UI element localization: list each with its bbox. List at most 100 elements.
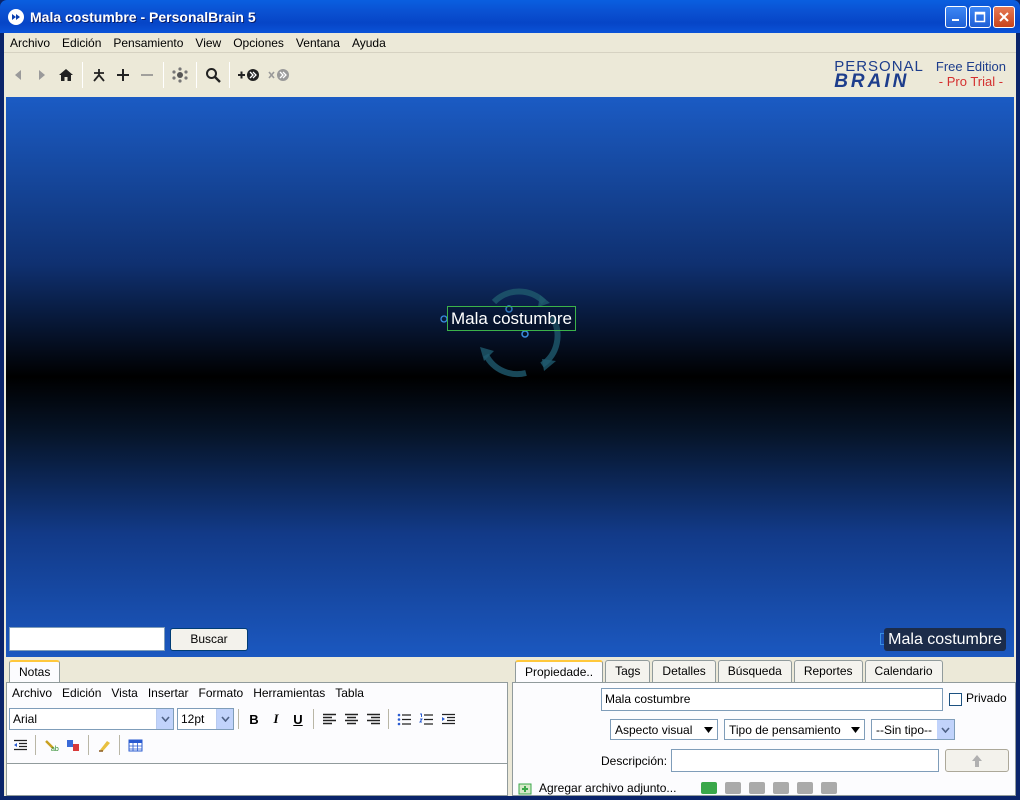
align-right-icon[interactable] (362, 708, 384, 730)
active-thought-label[interactable]: Mala costumbre (884, 628, 1006, 651)
align-left-icon[interactable] (318, 708, 340, 730)
font-select[interactable]: Arial (9, 708, 174, 730)
thought-gate-icon (480, 288, 561, 378)
attach-paste-icon[interactable] (821, 782, 837, 794)
chevron-down-icon[interactable] (156, 709, 173, 729)
indent-icon[interactable] (437, 708, 459, 730)
chevron-down-icon[interactable] (937, 720, 954, 739)
edition-info[interactable]: Free Edition - Pro Trial - (936, 59, 1006, 89)
attach-copy-icon[interactable] (773, 782, 789, 794)
no-type-dropdown[interactable]: --Sin tipo-- (871, 719, 955, 740)
close-button[interactable] (993, 6, 1015, 28)
attach-link-icon[interactable] (701, 782, 717, 794)
menu-view[interactable]: View (189, 36, 227, 50)
add-attachment-label: Agregar archivo adjunto... (539, 781, 677, 795)
outdent-icon[interactable] (9, 734, 31, 756)
properties-body: Mala costumbre Privado Aspecto visual Ti… (512, 682, 1016, 796)
chevron-down-icon[interactable] (216, 709, 233, 729)
trial-label[interactable]: - Pro Trial - (939, 74, 1003, 89)
description-go-button[interactable] (945, 749, 1009, 772)
notes-menu-insertar[interactable]: Insertar (143, 686, 194, 700)
notes-menu-vista[interactable]: Vista (106, 686, 142, 700)
chevron-down-icon (704, 726, 713, 733)
numbered-list-icon[interactable] (415, 708, 437, 730)
search-button[interactable]: Buscar (170, 628, 248, 651)
remove-thought-icon[interactable] (135, 62, 159, 88)
properties-tabstrip: Propiedade.. Tags Detalles Búsqueda Repo… (515, 660, 945, 683)
attach-open-icon[interactable] (725, 782, 741, 794)
remove-brain-icon[interactable] (264, 62, 294, 88)
thought-type-dropdown[interactable]: Tipo de pensamiento (724, 719, 865, 740)
notes-menu-archivo[interactable]: Archivo (7, 686, 57, 700)
svg-text:ab: ab (51, 746, 59, 752)
menu-edicion[interactable]: Edición (56, 36, 107, 50)
menu-bar: Archivo Edición Pensamiento View Opcione… (4, 33, 1016, 53)
format-toolbar-2: ab (9, 733, 146, 757)
attachment-tools (701, 779, 837, 797)
plex-layout-icon[interactable] (168, 62, 192, 88)
title-bar: Mala costumbre - PersonalBrain 5 (0, 0, 1020, 33)
visual-aspect-label: Aspecto visual (615, 722, 693, 737)
attach-cut-icon[interactable] (797, 782, 813, 794)
menu-archivo[interactable]: Archivo (4, 36, 56, 50)
notes-tabstrip: Notas (9, 660, 62, 683)
tab-reportes[interactable]: Reportes (793, 660, 863, 682)
bullet-list-icon[interactable] (393, 708, 415, 730)
notes-body: Archivo Edición Vista Insertar Formato H… (6, 682, 508, 796)
plex-area[interactable]: Mala costumbre Buscar Mala costumbre (6, 97, 1014, 657)
add-attachment-icon (518, 783, 532, 795)
menu-opciones[interactable]: Opciones (227, 36, 290, 50)
edition-label: Free Edition (935, 59, 1006, 74)
tab-propiedades[interactable]: Propiedade.. (515, 660, 604, 683)
personalbrain-logo: PERSONAL BRAIN (834, 59, 924, 92)
underline-button[interactable]: U (287, 708, 309, 730)
home-icon[interactable] (54, 62, 78, 88)
maximize-button[interactable] (969, 6, 991, 28)
tab-notas[interactable]: Notas (9, 660, 61, 683)
bold-button[interactable]: B (243, 708, 265, 730)
back-icon[interactable] (6, 62, 30, 88)
notes-editor[interactable] (7, 763, 507, 795)
notes-menu-formato[interactable]: Formato (194, 686, 249, 700)
attach-delete-icon[interactable] (749, 782, 765, 794)
menu-pensamiento[interactable]: Pensamiento (107, 36, 189, 50)
add-thought-icon[interactable] (111, 62, 135, 88)
no-type-label: --Sin tipo-- (876, 722, 933, 737)
menu-ventana[interactable]: Ventana (290, 36, 346, 50)
highlight-color-icon[interactable] (62, 734, 84, 756)
link-thoughts-icon[interactable] (87, 62, 111, 88)
menu-ayuda[interactable]: Ayuda (346, 36, 392, 50)
italic-button[interactable]: I (265, 708, 287, 730)
tab-busqueda[interactable]: Búsqueda (717, 660, 792, 682)
visual-aspect-dropdown[interactable]: Aspecto visual (610, 719, 718, 740)
private-checkbox[interactable] (949, 693, 962, 706)
notes-menu-edicion[interactable]: Edición (57, 686, 106, 700)
thought-name-field[interactable]: Mala costumbre (601, 688, 943, 711)
plex-search-input[interactable] (9, 627, 165, 651)
font-color-icon[interactable]: ab (40, 734, 62, 756)
font-value: Arial (13, 712, 38, 726)
font-size-select[interactable]: 12pt (177, 708, 234, 730)
notes-menu-herramientas[interactable]: Herramientas (248, 686, 330, 700)
description-field[interactable] (671, 749, 939, 772)
app-icon[interactable] (8, 8, 24, 25)
notes-menu-tabla[interactable]: Tabla (330, 686, 369, 700)
insert-table-icon[interactable] (124, 734, 146, 756)
add-attachment-button[interactable]: Agregar archivo adjunto... (517, 779, 676, 797)
tab-calendario[interactable]: Calendario (864, 660, 943, 682)
private-label: Privado (966, 691, 1007, 705)
tab-tags[interactable]: Tags (605, 660, 651, 682)
minimize-button[interactable] (945, 6, 967, 28)
tab-detalles[interactable]: Detalles (652, 660, 716, 682)
forward-icon[interactable] (30, 62, 54, 88)
search-icon[interactable] (201, 62, 225, 88)
chevron-down-icon (851, 726, 860, 733)
brand-area: PERSONAL BRAIN Free Edition - Pro Trial … (834, 59, 1006, 92)
font-size-value: 12pt (181, 712, 205, 726)
central-thought[interactable]: Mala costumbre (447, 306, 576, 331)
align-center-icon[interactable] (340, 708, 362, 730)
add-brain-icon[interactable] (234, 62, 264, 88)
clear-format-icon[interactable] (93, 734, 115, 756)
notes-menu: Archivo Edición Vista Insertar Formato H… (7, 683, 369, 703)
brand-line2: BRAIN (834, 71, 910, 92)
